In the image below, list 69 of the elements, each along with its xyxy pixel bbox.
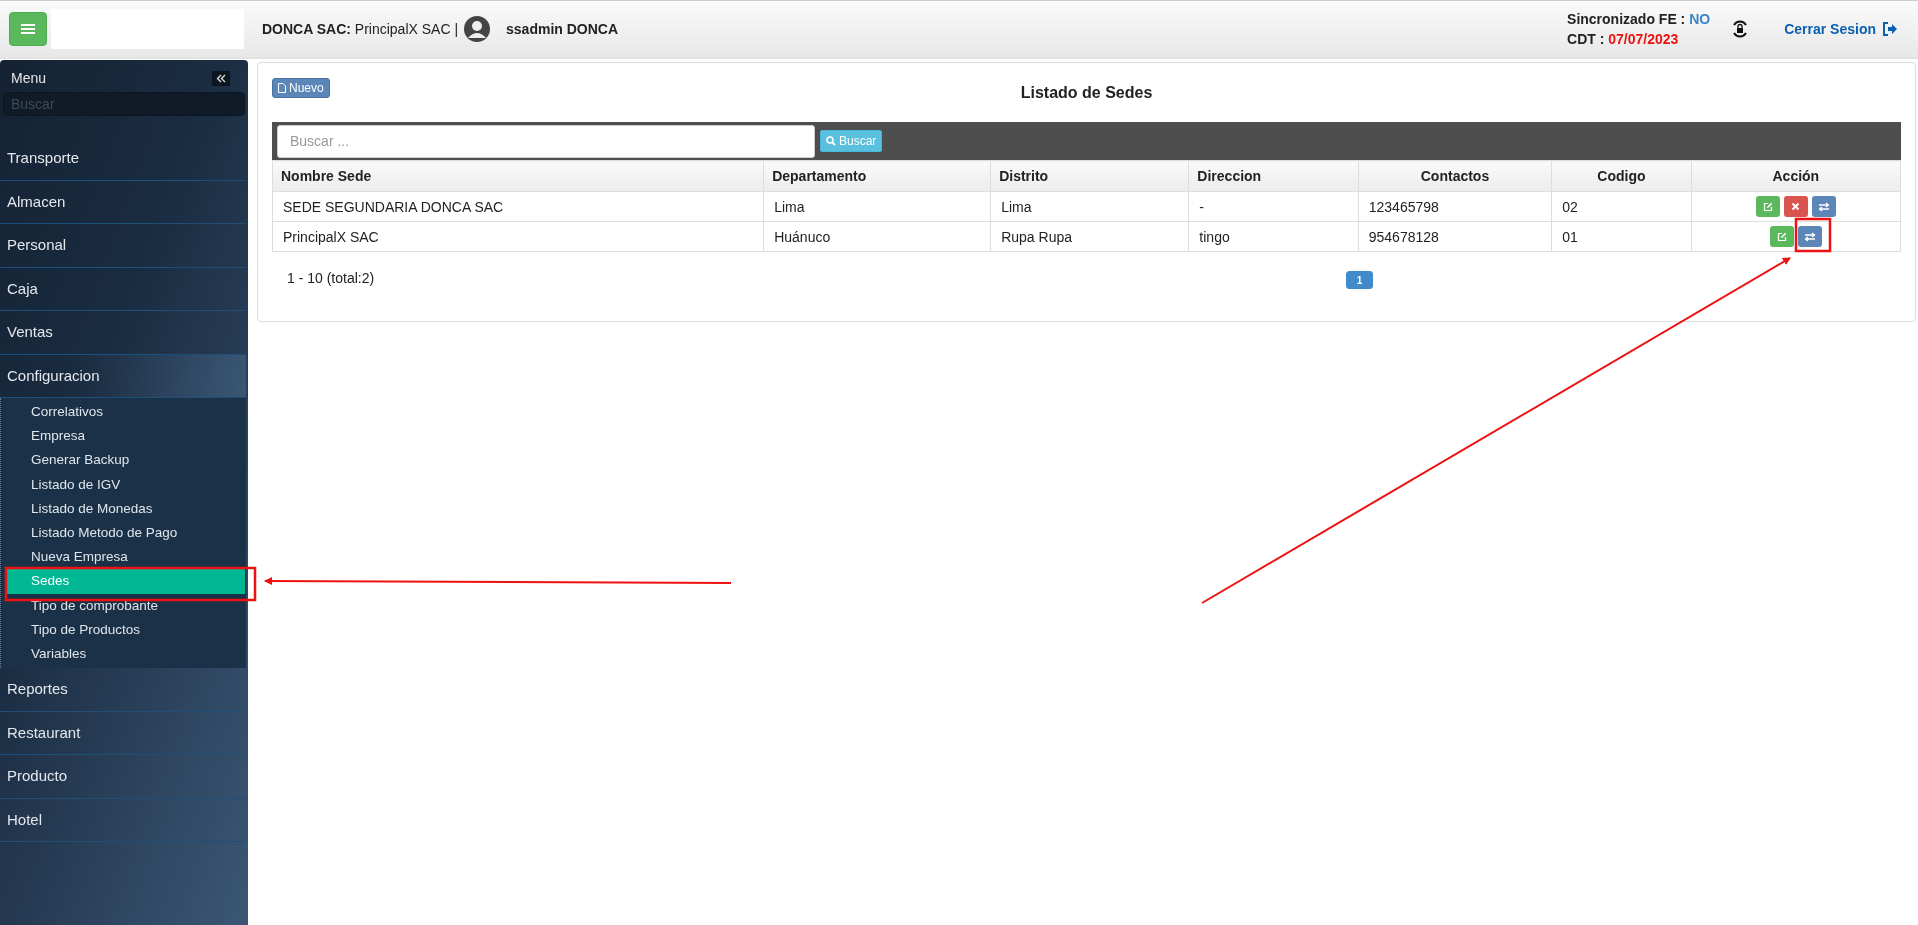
table-cell: Lima bbox=[990, 191, 1189, 222]
table-cell: - bbox=[1188, 191, 1359, 222]
new-button[interactable]: Nuevo bbox=[272, 78, 330, 98]
submenu-item[interactable]: Generar Backup bbox=[1, 448, 246, 473]
cdt-date: CDT : 07/07/2023 bbox=[1567, 31, 1680, 47]
company-name: DONCA SAC: PrincipalX SAC | bbox=[262, 21, 459, 37]
edit-button[interactable] bbox=[1769, 226, 1794, 247]
table-cell: Lima bbox=[763, 191, 991, 222]
submenu-item[interactable]: Empresa bbox=[1, 424, 246, 449]
column-header: Departamento bbox=[763, 160, 991, 192]
table-cell: 954678128 bbox=[1358, 221, 1552, 252]
document-icon bbox=[278, 83, 286, 93]
transfer-button[interactable] bbox=[1811, 196, 1836, 217]
page-title: Listado de Sedes bbox=[1020, 84, 1153, 103]
highlight-box bbox=[1794, 217, 1832, 253]
column-header: Distrito bbox=[990, 160, 1189, 192]
submenu-item[interactable]: Listado Metodo de Pago bbox=[1, 520, 246, 546]
transfer-button[interactable] bbox=[1797, 226, 1822, 247]
submenu-item[interactable]: Listado de IGV bbox=[1, 472, 246, 497]
table-cell: 02 bbox=[1551, 191, 1692, 222]
submenu-item[interactable]: Nueva Empresa bbox=[1, 545, 246, 570]
logout-link[interactable]: Cerrar Sesion bbox=[1784, 21, 1898, 37]
submenu-item[interactable]: Listado de Monedas bbox=[1, 496, 246, 521]
sidebar-item[interactable]: Caja bbox=[0, 267, 246, 311]
page-button[interactable]: 1 bbox=[1346, 271, 1373, 289]
column-header: Nombre Sede bbox=[272, 160, 764, 192]
table-cell: Huánuco bbox=[763, 221, 991, 252]
submenu-item[interactable]: Tipo de Productos bbox=[1, 617, 246, 642]
table-cell: tingo bbox=[1188, 221, 1359, 252]
sidebar-item[interactable]: Hotel bbox=[0, 798, 246, 843]
table-cell: SEDE SEGUNDARIA DONCA SAC bbox=[272, 191, 764, 222]
exchange-arrows-icon bbox=[1803, 231, 1816, 242]
sidebar-item[interactable]: Restaurant bbox=[0, 711, 246, 756]
double-chevron-icon bbox=[216, 73, 226, 83]
column-header: Contactos bbox=[1358, 160, 1552, 192]
pagination-summary: 1 - 10 (total:2) bbox=[286, 270, 375, 286]
search-icon bbox=[826, 136, 836, 146]
collapse-button[interactable] bbox=[212, 70, 230, 86]
logout-icon bbox=[1882, 22, 1898, 36]
submenu-item[interactable]: Variables bbox=[1, 641, 246, 667]
submenu-item[interactable]: Correlativos bbox=[1, 400, 246, 425]
sync-status: Sincronizado FE : NO bbox=[1567, 11, 1711, 27]
table-cell: 01 bbox=[1551, 221, 1692, 252]
sidebar-item[interactable]: Transporte bbox=[0, 137, 246, 181]
sidebar-item[interactable]: Reportes bbox=[0, 668, 246, 712]
sidebar-item[interactable]: Almacen bbox=[0, 180, 246, 224]
delete-button[interactable] bbox=[1783, 196, 1808, 217]
table-cell: PrincipalX SAC bbox=[272, 221, 764, 252]
column-header: Acción bbox=[1691, 160, 1901, 192]
submenu-item[interactable]: Tipo de comprobante bbox=[1, 593, 246, 618]
sidebar-item[interactable]: Producto bbox=[0, 755, 246, 799]
search-field[interactable]: Buscar ... bbox=[277, 124, 815, 158]
close-icon bbox=[1791, 202, 1801, 211]
user-name: ssadmin DONCA bbox=[506, 21, 619, 37]
table-cell: Rupa Rupa bbox=[990, 221, 1189, 252]
sidebar-item[interactable]: Personal bbox=[0, 224, 246, 268]
menu-button[interactable] bbox=[9, 12, 47, 46]
edit-icon bbox=[1762, 201, 1773, 212]
edit-icon bbox=[1776, 231, 1787, 242]
menu-title: Menu bbox=[11, 70, 47, 86]
edit-button[interactable] bbox=[1755, 196, 1780, 217]
sidebar-item[interactable]: Configuracion bbox=[0, 354, 246, 398]
column-header: Direccion bbox=[1188, 160, 1359, 192]
exchange-arrows-icon bbox=[1817, 201, 1830, 212]
avatar-icon bbox=[464, 16, 491, 42]
sidebar-item[interactable]: Ventas bbox=[0, 311, 246, 355]
table-cell: 123465798 bbox=[1358, 191, 1552, 222]
column-header: Codigo bbox=[1551, 160, 1692, 192]
menu-icon bbox=[21, 23, 35, 35]
